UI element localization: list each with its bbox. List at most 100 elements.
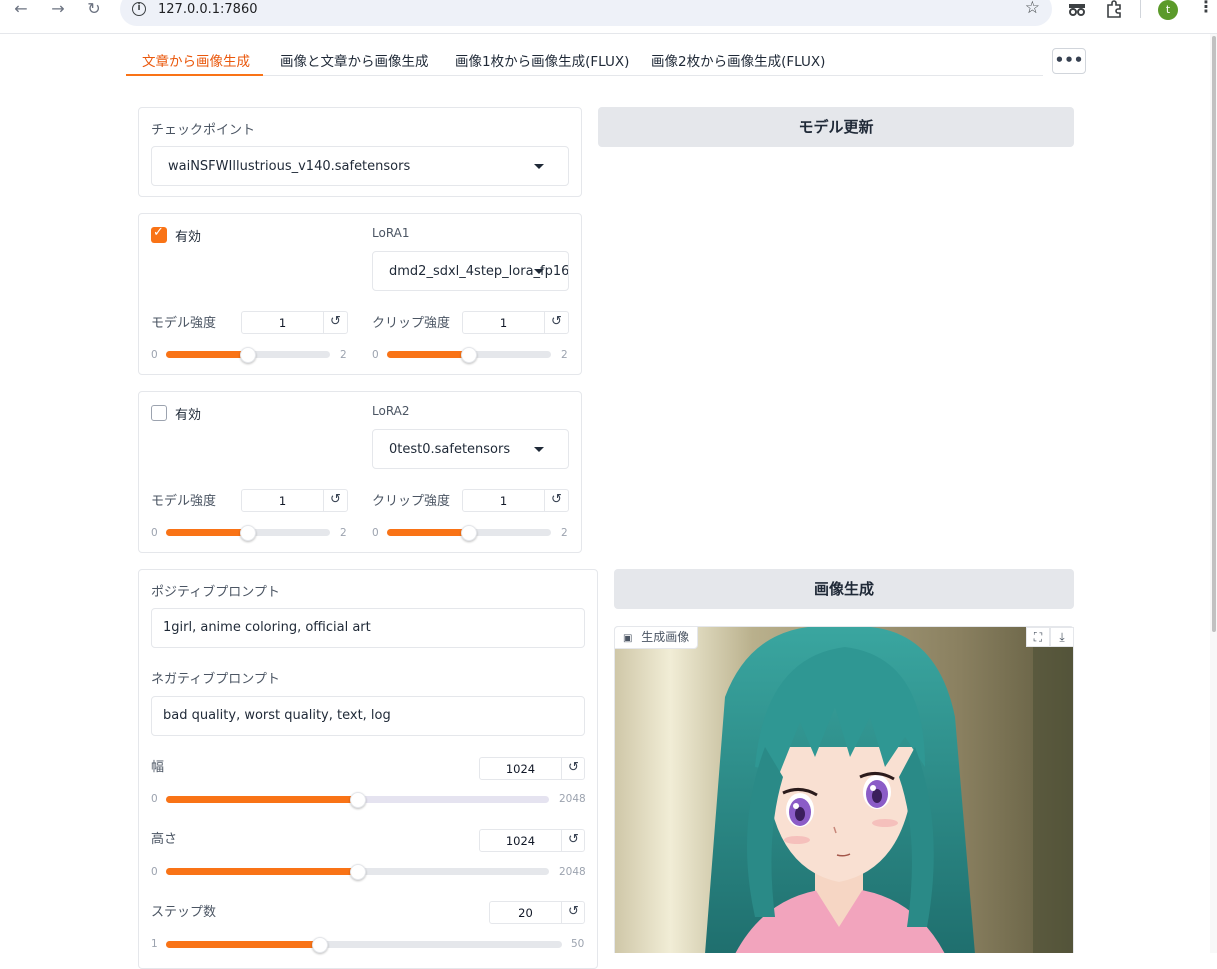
slider-max: 2048 <box>559 793 586 805</box>
positive-prompt-text: 1girl, anime coloring, official art <box>163 620 371 635</box>
lora2-panel: 有効 LoRA2 0test0.safetensors モデル強度 1 ↺ 0 … <box>138 391 582 553</box>
active-tab-indicator <box>126 74 263 76</box>
output-image-label-text: 生成画像 <box>641 630 690 644</box>
lora1-model-strength-value: 1 <box>278 316 287 330</box>
checkpoint-label: チェックポイント <box>151 123 256 138</box>
generate-image-button[interactable]: 画像生成 <box>614 569 1074 609</box>
lora2-clip-strength-input[interactable]: 1 ↺ <box>462 489 569 512</box>
lora2-clip-strength-value: 1 <box>499 494 508 508</box>
lora2-value: 0test0.safetensors <box>389 442 511 457</box>
reset-icon[interactable]: ↺ <box>544 490 568 511</box>
positive-prompt-input[interactable]: 1girl, anime coloring, official art <box>151 608 585 648</box>
site-info-icon[interactable]: i <box>132 2 146 16</box>
slider-thumb[interactable] <box>240 347 256 363</box>
reset-icon[interactable]: ↺ <box>544 312 568 333</box>
reset-icon[interactable]: ↺ <box>561 758 585 779</box>
steps-input[interactable]: 20 ↺ <box>489 901 585 924</box>
reset-icon[interactable]: ↺ <box>323 312 347 333</box>
lora1-clip-strength-slider[interactable] <box>387 347 551 363</box>
generation-settings-panel: ポジティブプロンプト 1girl, anime coloring, offici… <box>138 569 598 969</box>
kebab-menu-icon[interactable]: ⋮ <box>1198 0 1214 15</box>
slider-fill <box>166 868 358 875</box>
lora2-enable-checkbox[interactable] <box>151 405 167 421</box>
tab-image-text-to-image[interactable]: 画像と文章から画像生成 <box>280 50 429 76</box>
slider-thumb[interactable] <box>349 864 366 880</box>
slider-thumb[interactable] <box>240 525 256 541</box>
tab-two-images-flux[interactable]: 画像2枚から画像生成(FLUX) <box>651 50 825 76</box>
lora1-enable-checkbox[interactable]: ✓ <box>151 225 167 243</box>
forward-arrow-icon[interactable]: → <box>47 0 69 20</box>
address-bar[interactable]: i 127.0.0.1:7860 ☆ <box>120 0 1052 26</box>
chevron-down-icon <box>534 269 544 274</box>
update-model-button[interactable]: モデル更新 <box>598 107 1074 147</box>
slider-thumb[interactable] <box>349 792 366 808</box>
avatar[interactable]: t <box>1158 0 1178 20</box>
lora1-clip-strength-value: 1 <box>499 316 508 330</box>
checkpoint-value: waiNSFWIllustrious_v140.safetensors <box>168 159 411 174</box>
checkpoint-dropdown[interactable]: waiNSFWIllustrious_v140.safetensors <box>151 146 569 186</box>
generated-image <box>614 626 1074 953</box>
lora1-dropdown[interactable]: dmd2_sdxl_4step_lora_fp16 <box>372 251 569 291</box>
extensions-icon[interactable] <box>1105 0 1123 18</box>
reset-icon[interactable]: ↺ <box>561 830 585 851</box>
negative-prompt-input[interactable]: bad quality, worst quality, text, log <box>151 696 585 736</box>
height-input[interactable]: 1024 ↺ <box>479 829 585 852</box>
slider-thumb[interactable] <box>461 347 477 363</box>
lora2-model-strength-slider[interactable] <box>166 525 330 541</box>
slider-fill <box>166 796 358 803</box>
back-arrow-icon[interactable]: ← <box>10 0 32 20</box>
steps-slider[interactable] <box>166 937 562 953</box>
lora1-model-strength-slider[interactable] <box>166 347 330 363</box>
toolbar-divider <box>1140 0 1141 18</box>
slider-fill <box>387 351 469 358</box>
incognito-icon[interactable] <box>1068 1 1086 16</box>
height-label: 高さ <box>151 832 178 847</box>
slider-min: 0 <box>151 793 158 805</box>
lora1-model-strength-input[interactable]: 1 ↺ <box>241 311 348 334</box>
lora2-label: LoRA2 <box>372 404 410 418</box>
bookmark-star-icon[interactable]: ☆ <box>1025 0 1040 18</box>
slider-max: 2 <box>340 349 347 361</box>
slider-min: 0 <box>151 349 158 361</box>
slider-thumb[interactable] <box>461 525 477 541</box>
height-value: 1024 <box>505 834 536 848</box>
lora2-clip-strength-slider[interactable] <box>387 525 551 541</box>
tab-one-image-flux[interactable]: 画像1枚から画像生成(FLUX) <box>455 50 629 76</box>
lora2-model-strength-label: モデル強度 <box>151 494 217 509</box>
slider-max: 2 <box>561 349 568 361</box>
output-image-label: ▣ 生成画像 <box>614 626 699 649</box>
chevron-down-icon <box>534 164 544 169</box>
url-text[interactable]: 127.0.0.1:7860 <box>158 2 258 17</box>
lora1-enable-label: 有効 <box>175 230 202 245</box>
page-scrollbar-thumb[interactable] <box>1212 36 1216 632</box>
slider-thumb[interactable] <box>311 937 328 953</box>
positive-prompt-label: ポジティブプロンプト <box>151 585 280 600</box>
lora1-model-strength-label: モデル強度 <box>151 316 217 331</box>
slider-fill <box>166 529 248 536</box>
reload-icon[interactable]: ↻ <box>83 0 105 20</box>
negative-prompt-text: bad quality, worst quality, text, log <box>163 708 391 723</box>
download-icon[interactable]: ⤓ <box>1050 627 1074 647</box>
reset-icon[interactable]: ↺ <box>323 490 347 511</box>
width-input[interactable]: 1024 ↺ <box>479 757 585 780</box>
lora2-model-strength-input[interactable]: 1 ↺ <box>241 489 348 512</box>
slider-min: 1 <box>151 938 158 950</box>
height-slider[interactable] <box>166 864 549 880</box>
steps-label: ステップ数 <box>151 905 217 920</box>
lora1-clip-strength-input[interactable]: 1 ↺ <box>462 311 569 334</box>
tabs-divider <box>126 75 1043 76</box>
more-tabs-button[interactable]: ••• <box>1052 48 1086 74</box>
slider-min: 0 <box>372 527 379 539</box>
slider-fill <box>387 529 469 536</box>
steps-value: 20 <box>518 906 533 920</box>
lora1-panel: ✓ 有効 LoRA1 dmd2_sdxl_4step_lora_fp16 モデル… <box>138 213 582 375</box>
reset-icon[interactable]: ↺ <box>561 902 585 923</box>
slider-max: 50 <box>571 938 585 950</box>
lora1-label: LoRA1 <box>372 226 410 240</box>
fullscreen-icon[interactable]: ⛶ <box>1026 627 1050 647</box>
width-slider[interactable] <box>166 792 549 808</box>
check-icon: ✓ <box>153 225 164 240</box>
slider-max: 2 <box>561 527 568 539</box>
lora2-dropdown[interactable]: 0test0.safetensors <box>372 429 569 469</box>
tab-text-to-image[interactable]: 文章から画像生成 <box>142 50 250 76</box>
